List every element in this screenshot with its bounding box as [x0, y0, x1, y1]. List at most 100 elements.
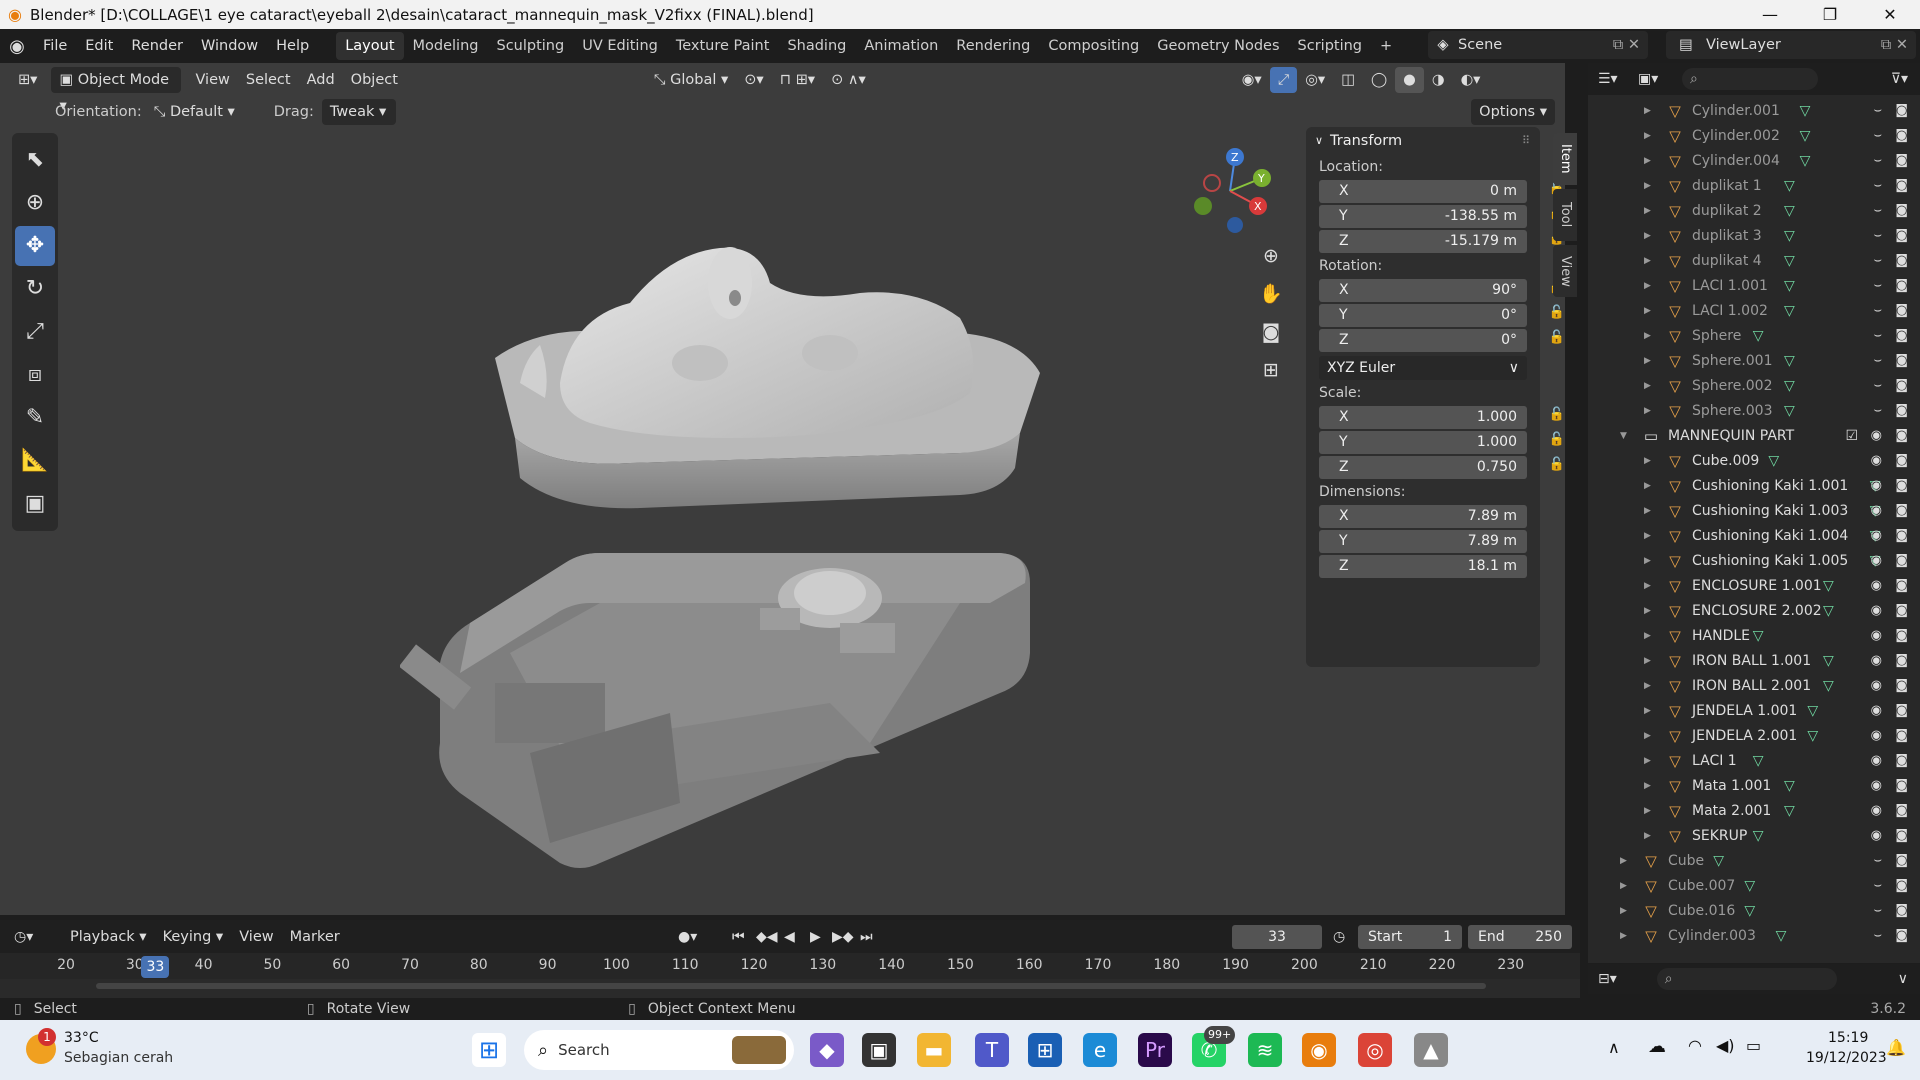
- tab-scripting[interactable]: Scripting: [1289, 32, 1371, 60]
- cursor-tool-icon[interactable]: ⊕: [15, 183, 55, 223]
- copilot-icon[interactable]: ◆: [810, 1033, 844, 1067]
- expand-arrow-icon[interactable]: ▶: [1644, 131, 1651, 141]
- current-frame-indicator[interactable]: 33: [141, 956, 170, 978]
- outliner-search-input[interactable]: ⌕: [1682, 68, 1818, 90]
- display-mode-icon[interactable]: ▣▾: [1638, 71, 1672, 87]
- zoom-icon[interactable]: ⊕: [1254, 239, 1288, 273]
- exclude-checkbox-icon[interactable]: ☑: [1845, 428, 1858, 444]
- render-camera-icon[interactable]: ◙: [1895, 478, 1908, 493]
- collapse-arrow-icon[interactable]: ▼: [1620, 431, 1627, 441]
- mesh-data-icon[interactable]: ▽: [1744, 878, 1755, 894]
- expand-arrow-icon[interactable]: ▶: [1644, 581, 1651, 591]
- tab-shading[interactable]: Shading: [778, 32, 855, 60]
- tab-view[interactable]: View: [1553, 245, 1577, 297]
- properties-search-input[interactable]: ⌕: [1656, 968, 1837, 990]
- mannequin-model[interactable]: [400, 223, 1060, 883]
- dimensions-z-field[interactable]: Z 18.1 m: [1319, 554, 1527, 578]
- clock-date[interactable]: 19/12/2023: [1806, 1050, 1887, 1066]
- expand-arrow-icon[interactable]: ▶: [1620, 931, 1627, 941]
- start-frame-field[interactable]: Start 1: [1358, 924, 1462, 949]
- outliner-object-row[interactable]: ▶ ▽ HANDLE ▽ ◉ ◙: [1588, 623, 1920, 648]
- end-frame-field[interactable]: End 250: [1468, 924, 1572, 949]
- stopwatch-icon[interactable]: ◷: [1333, 929, 1345, 945]
- rotation-y-field[interactable]: Y 0°: [1319, 303, 1527, 327]
- perspective-grid-icon[interactable]: ⊞: [1254, 353, 1288, 387]
- render-camera-icon[interactable]: ◙: [1895, 378, 1908, 393]
- expand-arrow-icon[interactable]: ▶: [1644, 156, 1651, 166]
- render-camera-icon[interactable]: ◙: [1895, 203, 1908, 218]
- render-camera-icon[interactable]: ◙: [1895, 178, 1908, 193]
- transform-orientation-selector[interactable]: ⤡ Global ▾: [646, 67, 736, 93]
- expand-arrow-icon[interactable]: ▶: [1644, 481, 1651, 491]
- mesh-data-icon[interactable]: ▽: [1753, 628, 1764, 644]
- outliner-object-row[interactable]: ▶ ▽ Cylinder.004 ▽ ⌣ ◙: [1588, 148, 1920, 173]
- dimensions-y-field[interactable]: Y 7.89 m: [1319, 529, 1527, 553]
- lock-icon[interactable]: 🔓: [1547, 330, 1567, 350]
- mode-selector[interactable]: ▣ Object Mode ▾: [51, 67, 182, 114]
- outliner-object-row[interactable]: ▶ ▽ Sphere.003 ▽ ⌣ ◙: [1588, 398, 1920, 423]
- render-camera-icon[interactable]: ◙: [1895, 853, 1908, 868]
- render-camera-icon[interactable]: ◙: [1895, 778, 1908, 793]
- task-view-icon[interactable]: ▣: [862, 1033, 896, 1067]
- expand-arrow-icon[interactable]: ▶: [1620, 881, 1627, 891]
- tab-rendering[interactable]: Rendering: [947, 32, 1039, 60]
- mesh-data-icon[interactable]: ▽: [1807, 703, 1818, 719]
- properties-editor-icon[interactable]: ⊟▾: [1598, 971, 1617, 987]
- eye-icon[interactable]: ◉: [1871, 528, 1882, 543]
- volume-icon[interactable]: ◀): [1716, 1036, 1735, 1055]
- eye-icon[interactable]: ◉: [1871, 703, 1882, 718]
- select-tool-icon[interactable]: ⬉: [15, 140, 55, 180]
- menu-render[interactable]: Render: [122, 33, 192, 59]
- solid-shading-icon[interactable]: ●: [1395, 67, 1424, 93]
- play-reverse-icon[interactable]: ◀: [784, 929, 795, 945]
- menu-file[interactable]: File: [34, 33, 76, 59]
- hidden-eye-icon[interactable]: ⌣: [1873, 353, 1882, 368]
- xray-icon[interactable]: ◫: [1333, 67, 1363, 93]
- tab-modeling[interactable]: Modeling: [404, 32, 488, 60]
- hidden-eye-icon[interactable]: ⌣: [1873, 278, 1882, 293]
- outliner-editor-icon[interactable]: ☰▾: [1598, 71, 1632, 87]
- prev-key-icon[interactable]: ◆◀: [756, 929, 778, 945]
- outliner-object-row[interactable]: ▶ ▽ duplikat 4 ▽ ⌣ ◙: [1588, 248, 1920, 273]
- render-camera-icon[interactable]: ◙: [1895, 403, 1908, 418]
- mesh-data-icon[interactable]: ▽: [1784, 353, 1795, 369]
- hidden-eye-icon[interactable]: ⌣: [1873, 128, 1882, 143]
- expand-arrow-icon[interactable]: ▶: [1644, 381, 1651, 391]
- add-workspace-button[interactable]: +: [1371, 32, 1401, 60]
- mesh-data-icon[interactable]: ▽: [1784, 203, 1795, 219]
- transform-panel-header[interactable]: ∨ Transform ⠿: [1306, 127, 1540, 155]
- expand-arrow-icon[interactable]: ▶: [1644, 231, 1651, 241]
- render-camera-icon[interactable]: ◙: [1895, 428, 1908, 443]
- expand-arrow-icon[interactable]: ▶: [1644, 731, 1651, 741]
- outliner-object-row[interactable]: ▶ ▽ Sphere.001 ▽ ⌣ ◙: [1588, 348, 1920, 373]
- outliner-object-row[interactable]: ▶ ▽ Cylinder.002 ▽ ⌣ ◙: [1588, 123, 1920, 148]
- outliner-object-row[interactable]: ▶ ▽ LACI 1 ▽ ◉ ◙: [1588, 748, 1920, 773]
- add-cube-tool-icon[interactable]: ▣: [15, 484, 55, 524]
- render-camera-icon[interactable]: ◙: [1895, 503, 1908, 518]
- lock-icon[interactable]: 🔓: [1547, 305, 1567, 325]
- mesh-data-icon[interactable]: ▽: [1713, 853, 1724, 869]
- expand-arrow-icon[interactable]: ▶: [1644, 706, 1651, 716]
- render-camera-icon[interactable]: ◙: [1895, 603, 1908, 618]
- eye-icon[interactable]: ◉: [1871, 478, 1882, 493]
- outliner-object-row[interactable]: ▶ ▽ JENDELA 2.001 ▽ ◉ ◙: [1588, 723, 1920, 748]
- record-icon[interactable]: ●▾: [678, 929, 697, 945]
- render-camera-icon[interactable]: ◙: [1895, 128, 1908, 143]
- keying-menu[interactable]: Keying ▾: [155, 924, 232, 950]
- notification-bell-icon[interactable]: 🔔: [1886, 1038, 1906, 1057]
- hidden-eye-icon[interactable]: ⌣: [1873, 103, 1882, 118]
- menu-add[interactable]: Add: [299, 67, 343, 93]
- wifi-icon[interactable]: ◠: [1688, 1036, 1702, 1055]
- mesh-data-icon[interactable]: ▽: [1784, 228, 1795, 244]
- location-y-field[interactable]: Y -138.55 m: [1319, 204, 1527, 228]
- outliner-object-row[interactable]: ▶ ▽ Cube ▽ ⌣ ◙: [1588, 848, 1920, 873]
- clock-time[interactable]: 15:19: [1828, 1030, 1868, 1046]
- scene-selector[interactable]: ◈ Scene ⧉ ✕: [1428, 31, 1648, 59]
- drag-selector[interactable]: Tweak ▾: [321, 99, 396, 125]
- mesh-data-icon[interactable]: ▽: [1823, 653, 1834, 669]
- render-camera-icon[interactable]: ◙: [1895, 578, 1908, 593]
- menu-edit[interactable]: Edit: [76, 33, 122, 59]
- outliner-object-row[interactable]: ▶ ▽ Sphere.002 ▽ ⌣ ◙: [1588, 373, 1920, 398]
- rotate-tool-icon[interactable]: ↻: [15, 269, 55, 309]
- location-z-field[interactable]: Z -15.179 m: [1319, 229, 1527, 253]
